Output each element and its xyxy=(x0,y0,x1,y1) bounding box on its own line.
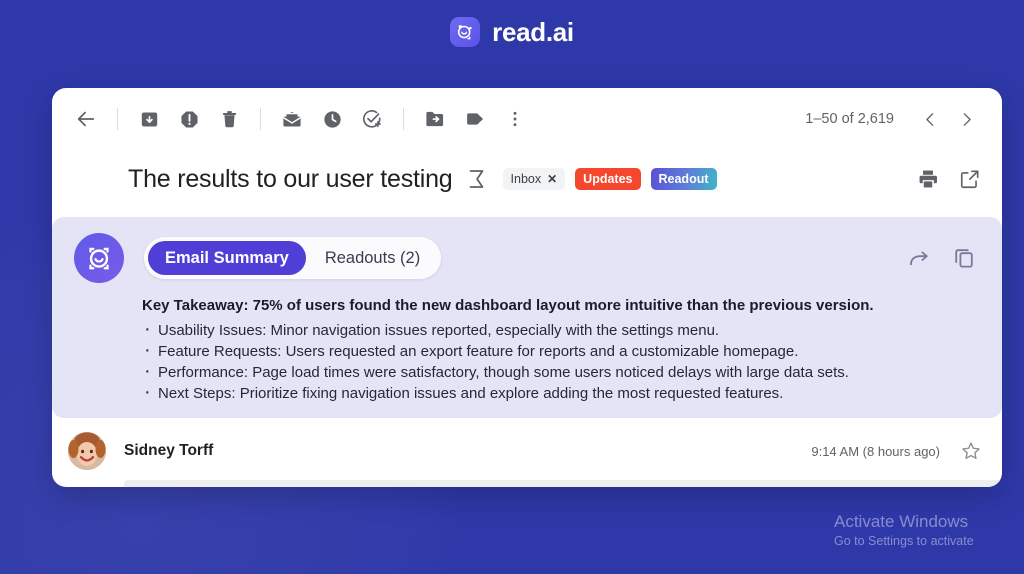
email-toolbar: 1–50 of 2,619 xyxy=(52,88,1002,150)
chip-inbox[interactable]: Inbox ✕ xyxy=(502,168,566,190)
tab-email-summary[interactable]: Email Summary xyxy=(148,241,306,275)
list-item: Next Steps: Prioritize fixing navigation… xyxy=(142,382,982,404)
copy-icon[interactable] xyxy=(950,244,978,272)
add-to-tasks-icon[interactable] xyxy=(352,99,392,139)
message-body-placeholder xyxy=(124,480,1002,487)
share-forward-icon[interactable] xyxy=(906,244,934,272)
tab-readouts[interactable]: Readouts (2) xyxy=(308,241,437,275)
toolbar-divider-2 xyxy=(260,108,261,130)
read-ai-summary-panel: Email Summary Readouts (2) Key Takeaway:… xyxy=(52,217,1002,418)
chip-inbox-remove-icon[interactable]: ✕ xyxy=(547,172,557,186)
move-to-folder-icon[interactable] xyxy=(415,99,455,139)
archive-icon[interactable] xyxy=(129,99,169,139)
snooze-clock-icon[interactable] xyxy=(312,99,352,139)
email-card: 1–50 of 2,619 The results to our user te… xyxy=(52,88,1002,487)
open-in-new-window-icon[interactable] xyxy=(956,165,984,193)
list-item: Feature Requests: Users requested an exp… xyxy=(142,340,982,362)
page-title: The results to our user testing xyxy=(128,164,453,193)
summary-tab-group: Email Summary Readouts (2) xyxy=(144,237,442,279)
read-ai-avatar-icon xyxy=(74,233,124,283)
brand-header: read.ai xyxy=(0,10,1024,54)
chevron-right-icon[interactable] xyxy=(948,101,984,137)
list-item: Usability Issues: Minor navigation issue… xyxy=(142,319,982,341)
list-item: Performance: Page load times were satisf… xyxy=(142,361,982,383)
toolbar-divider-1 xyxy=(117,108,118,130)
summary-body: Key Takeaway: 75% of users found the new… xyxy=(74,283,982,404)
summary-key-takeaway: Key Takeaway: 75% of users found the new… xyxy=(142,297,874,314)
message-sender-row: Sidney Torff 9:14 AM (8 hours ago) xyxy=(52,418,1002,470)
windows-activation-watermark: Activate Windows Go to Settings to activ… xyxy=(824,510,1024,550)
sender-name: Sidney Torff xyxy=(124,442,214,459)
sender-photo-avatar[interactable] xyxy=(68,432,106,470)
toolbar-divider-3 xyxy=(403,108,404,130)
chip-readout[interactable]: Readout xyxy=(650,168,717,190)
chip-updates[interactable]: Updates xyxy=(575,168,641,190)
chip-inbox-label: Inbox xyxy=(510,172,542,186)
message-meta: 9:14 AM (8 hours ago) xyxy=(811,438,984,464)
message-timestamp: 9:14 AM (8 hours ago) xyxy=(811,443,940,459)
mark-as-unread-icon[interactable] xyxy=(272,99,312,139)
report-spam-icon[interactable] xyxy=(169,99,209,139)
star-outline-icon[interactable] xyxy=(958,438,984,464)
summary-bullet-list: Usability Issues: Minor navigation issue… xyxy=(142,319,982,404)
label-tag-icon[interactable] xyxy=(455,99,495,139)
chevron-left-icon[interactable] xyxy=(912,101,948,137)
subject-actions xyxy=(914,165,984,193)
watermark-title: Activate Windows xyxy=(834,512,969,531)
thread-sigma-icon[interactable] xyxy=(465,167,489,191)
watermark-subtitle: Go to Settings to activate xyxy=(834,534,974,548)
more-vertical-icon[interactable] xyxy=(495,99,535,139)
trash-icon[interactable] xyxy=(209,99,249,139)
pagination-count: 1–50 of 2,619 xyxy=(805,111,894,127)
back-arrow-icon[interactable] xyxy=(66,99,106,139)
subject-row: The results to our user testing Inbox ✕ … xyxy=(52,150,1002,208)
read-ai-logo-icon xyxy=(450,17,481,47)
summary-panel-header: Email Summary Readouts (2) xyxy=(74,233,982,283)
brand-name: read.ai xyxy=(492,16,574,47)
summary-panel-actions xyxy=(906,244,982,272)
print-icon[interactable] xyxy=(914,165,942,193)
